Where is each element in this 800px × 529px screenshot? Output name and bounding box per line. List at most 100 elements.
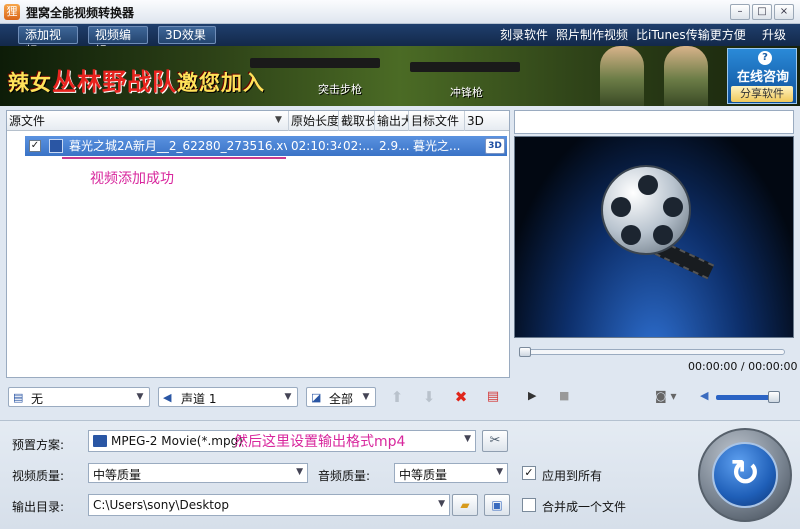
- audio-quality-label: 音频质量:: [318, 469, 371, 483]
- video-preview[interactable]: [514, 136, 794, 338]
- output-dir-label: 输出目录:: [12, 500, 65, 514]
- close-button[interactable]: ×: [774, 4, 794, 20]
- preset-annotation: 然后这里设置输出格式mp4: [234, 434, 406, 450]
- convert-button[interactable]: ↻: [698, 428, 792, 522]
- cell-output-size: 2.9...: [379, 139, 410, 153]
- cell-source: 暮光之城2A新月__2_62280_273516.xv.flv: [69, 139, 287, 153]
- chevron-down-icon[interactable]: ▼: [359, 390, 373, 404]
- cell-original-length: 02:10:34: [291, 139, 341, 153]
- upgrade-link[interactable]: 升级: [762, 27, 786, 43]
- apply-all-checkbox[interactable]: ✓: [522, 466, 536, 480]
- rifle-image: [250, 58, 380, 68]
- filter-value: 全部: [329, 392, 354, 406]
- file-list[interactable]: 源文件 原始长度 截取长度 输出大小 目标文件 3D ▼ ✓ 暮光之城2A新月_…: [6, 110, 510, 378]
- edit-video-button[interactable]: 视频编辑: [88, 26, 148, 58]
- help-icon[interactable]: ?: [758, 51, 772, 65]
- output-dir-value: C:\Users\sony\Desktop: [93, 498, 229, 512]
- clear-list-icon[interactable]: ▤: [482, 387, 504, 407]
- audio-quality-select[interactable]: 中等质量 ▼: [394, 463, 508, 483]
- subtitle-select[interactable]: ▤ 无 ▼: [8, 387, 150, 407]
- sort-arrow-icon[interactable]: ▼: [275, 115, 282, 125]
- col-original-length[interactable]: 原始长度: [289, 111, 339, 131]
- film-reel-icon: [601, 165, 691, 255]
- slogan-highlight: 丛林野战队: [52, 68, 177, 96]
- maximize-button[interactable]: □: [752, 4, 772, 20]
- seek-bar[interactable]: [519, 347, 785, 357]
- merge-label: 合并成一个文件: [542, 500, 627, 514]
- video-quality-select[interactable]: 中等质量 ▼: [88, 463, 308, 483]
- preset-value: MPEG-2 Movie(*.mpg): [111, 434, 243, 448]
- subtitle-icon: ▤: [13, 391, 24, 404]
- title-bar: 狸 狸窝全能视频转换器 – □ ×: [0, 0, 800, 24]
- snapshot-camera-icon[interactable]: ◙ ▾: [655, 389, 676, 403]
- time-readout: 00:00:00 / 00:00:00: [688, 360, 798, 373]
- main-toolbar: 添加视频 视频编辑 3D效果 刻录软件 照片制作视频 比iTunes传输更方便 …: [0, 24, 800, 58]
- audio-track-value: 声道 1: [181, 392, 217, 406]
- move-up-icon[interactable]: ⬆: [386, 387, 408, 407]
- open-folder-icon[interactable]: ▣: [484, 494, 510, 516]
- slogan-suffix: 邀您加入: [177, 71, 265, 95]
- online-consult-button[interactable]: ? 在线咨询 分享软件: [727, 48, 797, 104]
- 3d-badge-icon[interactable]: 3D: [485, 138, 505, 154]
- itunes-transfer-link[interactable]: 比iTunes传输更方便: [636, 27, 746, 43]
- col-source[interactable]: 源文件: [7, 111, 289, 131]
- preview-header: [514, 110, 794, 134]
- smg-caption: 冲锋枪: [450, 86, 483, 99]
- speaker-icon: ◀: [163, 391, 172, 404]
- cell-clip-length: 02:...: [343, 139, 374, 153]
- soldier-image: [664, 46, 708, 106]
- list-header: 源文件 原始长度 截取长度 输出大小 目标文件 3D ▼: [7, 111, 509, 131]
- burn-software-link[interactable]: 刻录软件: [500, 27, 548, 43]
- output-dir-field[interactable]: C:\Users\sony\Desktop ▼: [88, 494, 450, 516]
- add-video-button[interactable]: 添加视频: [18, 26, 78, 58]
- subtitle-value: 无: [31, 392, 44, 406]
- col-target[interactable]: 目标文件: [409, 111, 465, 131]
- annotation-underline: [62, 157, 286, 159]
- stop-icon[interactable]: ■: [559, 389, 569, 402]
- share-software-button[interactable]: 分享软件: [731, 86, 793, 102]
- seek-handle[interactable]: [519, 347, 531, 357]
- volume-handle[interactable]: [768, 391, 780, 403]
- col-output-size[interactable]: 输出大小: [375, 111, 409, 131]
- chevron-down-icon[interactable]: ▼: [281, 390, 295, 404]
- chevron-down-icon[interactable]: ▼: [133, 390, 147, 404]
- photo-to-video-link[interactable]: 照片制作视频: [556, 27, 628, 43]
- chevron-down-icon[interactable]: ▼: [496, 467, 503, 477]
- play-icon[interactable]: ▶: [528, 389, 536, 402]
- smg-image: [410, 62, 520, 72]
- soldier-image: [600, 46, 644, 106]
- consult-label: 在线咨询: [736, 70, 789, 85]
- chevron-down-icon[interactable]: ▼: [296, 467, 303, 477]
- video-quality-label: 视频质量:: [12, 469, 65, 483]
- delete-icon[interactable]: ✖: [450, 387, 472, 407]
- rifle-caption: 突击步枪: [318, 83, 362, 96]
- col-clip-length[interactable]: 截取长度: [339, 111, 375, 131]
- audio-track-select[interactable]: ◀ 声道 1 ▼: [158, 387, 298, 407]
- apply-all-label: 应用到所有: [542, 469, 603, 483]
- preset-label: 预置方案:: [12, 438, 65, 452]
- move-down-icon[interactable]: ⬇: [418, 387, 440, 407]
- convert-arrow-icon[interactable]: ↻: [712, 442, 778, 508]
- video-file-icon: [49, 139, 63, 153]
- select-all-icon: ◪: [311, 391, 322, 404]
- cell-target: 暮光之...: [413, 139, 461, 153]
- app-logo-icon: 狸: [4, 4, 20, 20]
- 3d-effect-button[interactable]: 3D效果: [158, 26, 216, 44]
- advanced-settings-wrench-icon[interactable]: ✂: [482, 430, 508, 452]
- chevron-down-icon[interactable]: ▼: [438, 499, 445, 509]
- table-row[interactable]: ✓ 暮光之城2A新月__2_62280_273516.xv.flv 02:10:…: [25, 136, 507, 156]
- chevron-down-icon[interactable]: ▼: [464, 434, 471, 444]
- added-annotation: 视频添加成功: [90, 171, 174, 187]
- minimize-button[interactable]: –: [730, 4, 750, 20]
- browse-folder-icon[interactable]: ▰: [452, 494, 478, 516]
- slogan-prefix: 辣女: [8, 71, 52, 95]
- row-checkbox[interactable]: ✓: [29, 140, 41, 152]
- volume-icon[interactable]: ◀: [700, 389, 708, 402]
- app-title: 狸窝全能视频转换器: [26, 6, 135, 20]
- preset-format-icon: [93, 435, 107, 447]
- banner-slogan: 辣女丛林野战队邀您加入: [8, 62, 265, 97]
- filter-select[interactable]: ◪ 全部 ▼: [306, 387, 376, 407]
- merge-checkbox[interactable]: [522, 498, 536, 512]
- video-quality-value: 中等质量: [93, 468, 142, 482]
- col-3d[interactable]: 3D: [465, 111, 509, 131]
